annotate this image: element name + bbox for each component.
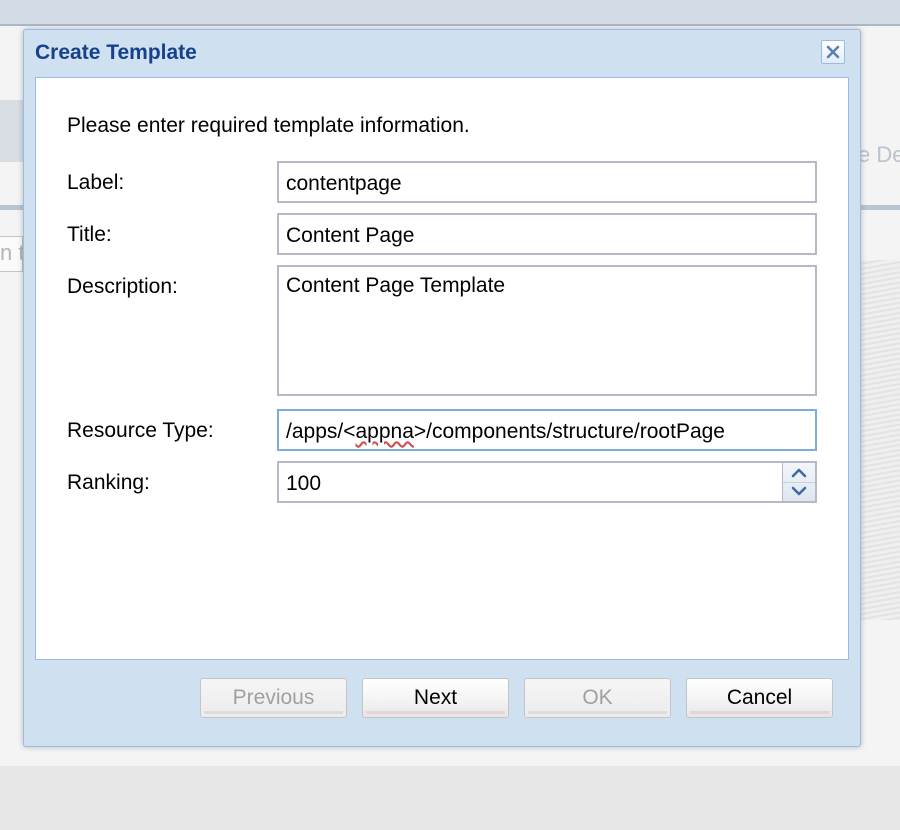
chevron-down-icon: [791, 486, 807, 496]
intro-text: Please enter required template informati…: [67, 114, 470, 137]
background-footer: [0, 766, 900, 830]
ranking-field-label: Ranking:: [67, 471, 150, 494]
spin-up-button[interactable]: [783, 463, 815, 483]
previous-button[interactable]: Previous: [200, 678, 347, 718]
resource-type-value-prefix: /apps/<: [286, 420, 356, 443]
title-input[interactable]: Content Page: [277, 213, 817, 255]
resource-type-value-suffix: >/components/structure/rootPage: [413, 420, 725, 443]
background-text-left: n t: [0, 240, 25, 265]
cancel-button[interactable]: Cancel: [686, 678, 833, 718]
next-button[interactable]: Next: [362, 678, 509, 718]
ranking-input[interactable]: 100: [277, 461, 817, 503]
background-pattern: [860, 260, 900, 620]
resource-type-value-misspelled: appna: [355, 420, 414, 443]
resource-type-field-label: Resource Type:: [67, 419, 214, 442]
label-input[interactable]: contentpage: [277, 161, 817, 203]
ranking-spinner: [782, 463, 815, 501]
chevron-up-icon: [791, 468, 807, 478]
spin-down-button[interactable]: [783, 482, 815, 501]
dialog-title: Create Template: [35, 41, 197, 64]
form-panel: Please enter required template informati…: [35, 77, 849, 660]
background-text-right: e De: [858, 142, 900, 167]
title-field-label: Title:: [67, 223, 112, 246]
label-field-label: Label:: [67, 171, 125, 194]
ok-button[interactable]: OK: [524, 678, 671, 718]
background-toolbar: [0, 0, 900, 26]
close-icon: [826, 45, 840, 59]
description-field-label: Description:: [67, 275, 178, 298]
description-textarea[interactable]: Content Page Template: [277, 265, 817, 396]
create-template-dialog: Create Template Please enter required te…: [23, 29, 861, 747]
ranking-value: 100: [286, 472, 322, 495]
close-button[interactable]: [821, 40, 845, 64]
background-block: [0, 100, 24, 162]
resource-type-input[interactable]: /apps/<appna>/components/structure/rootP…: [277, 409, 817, 451]
